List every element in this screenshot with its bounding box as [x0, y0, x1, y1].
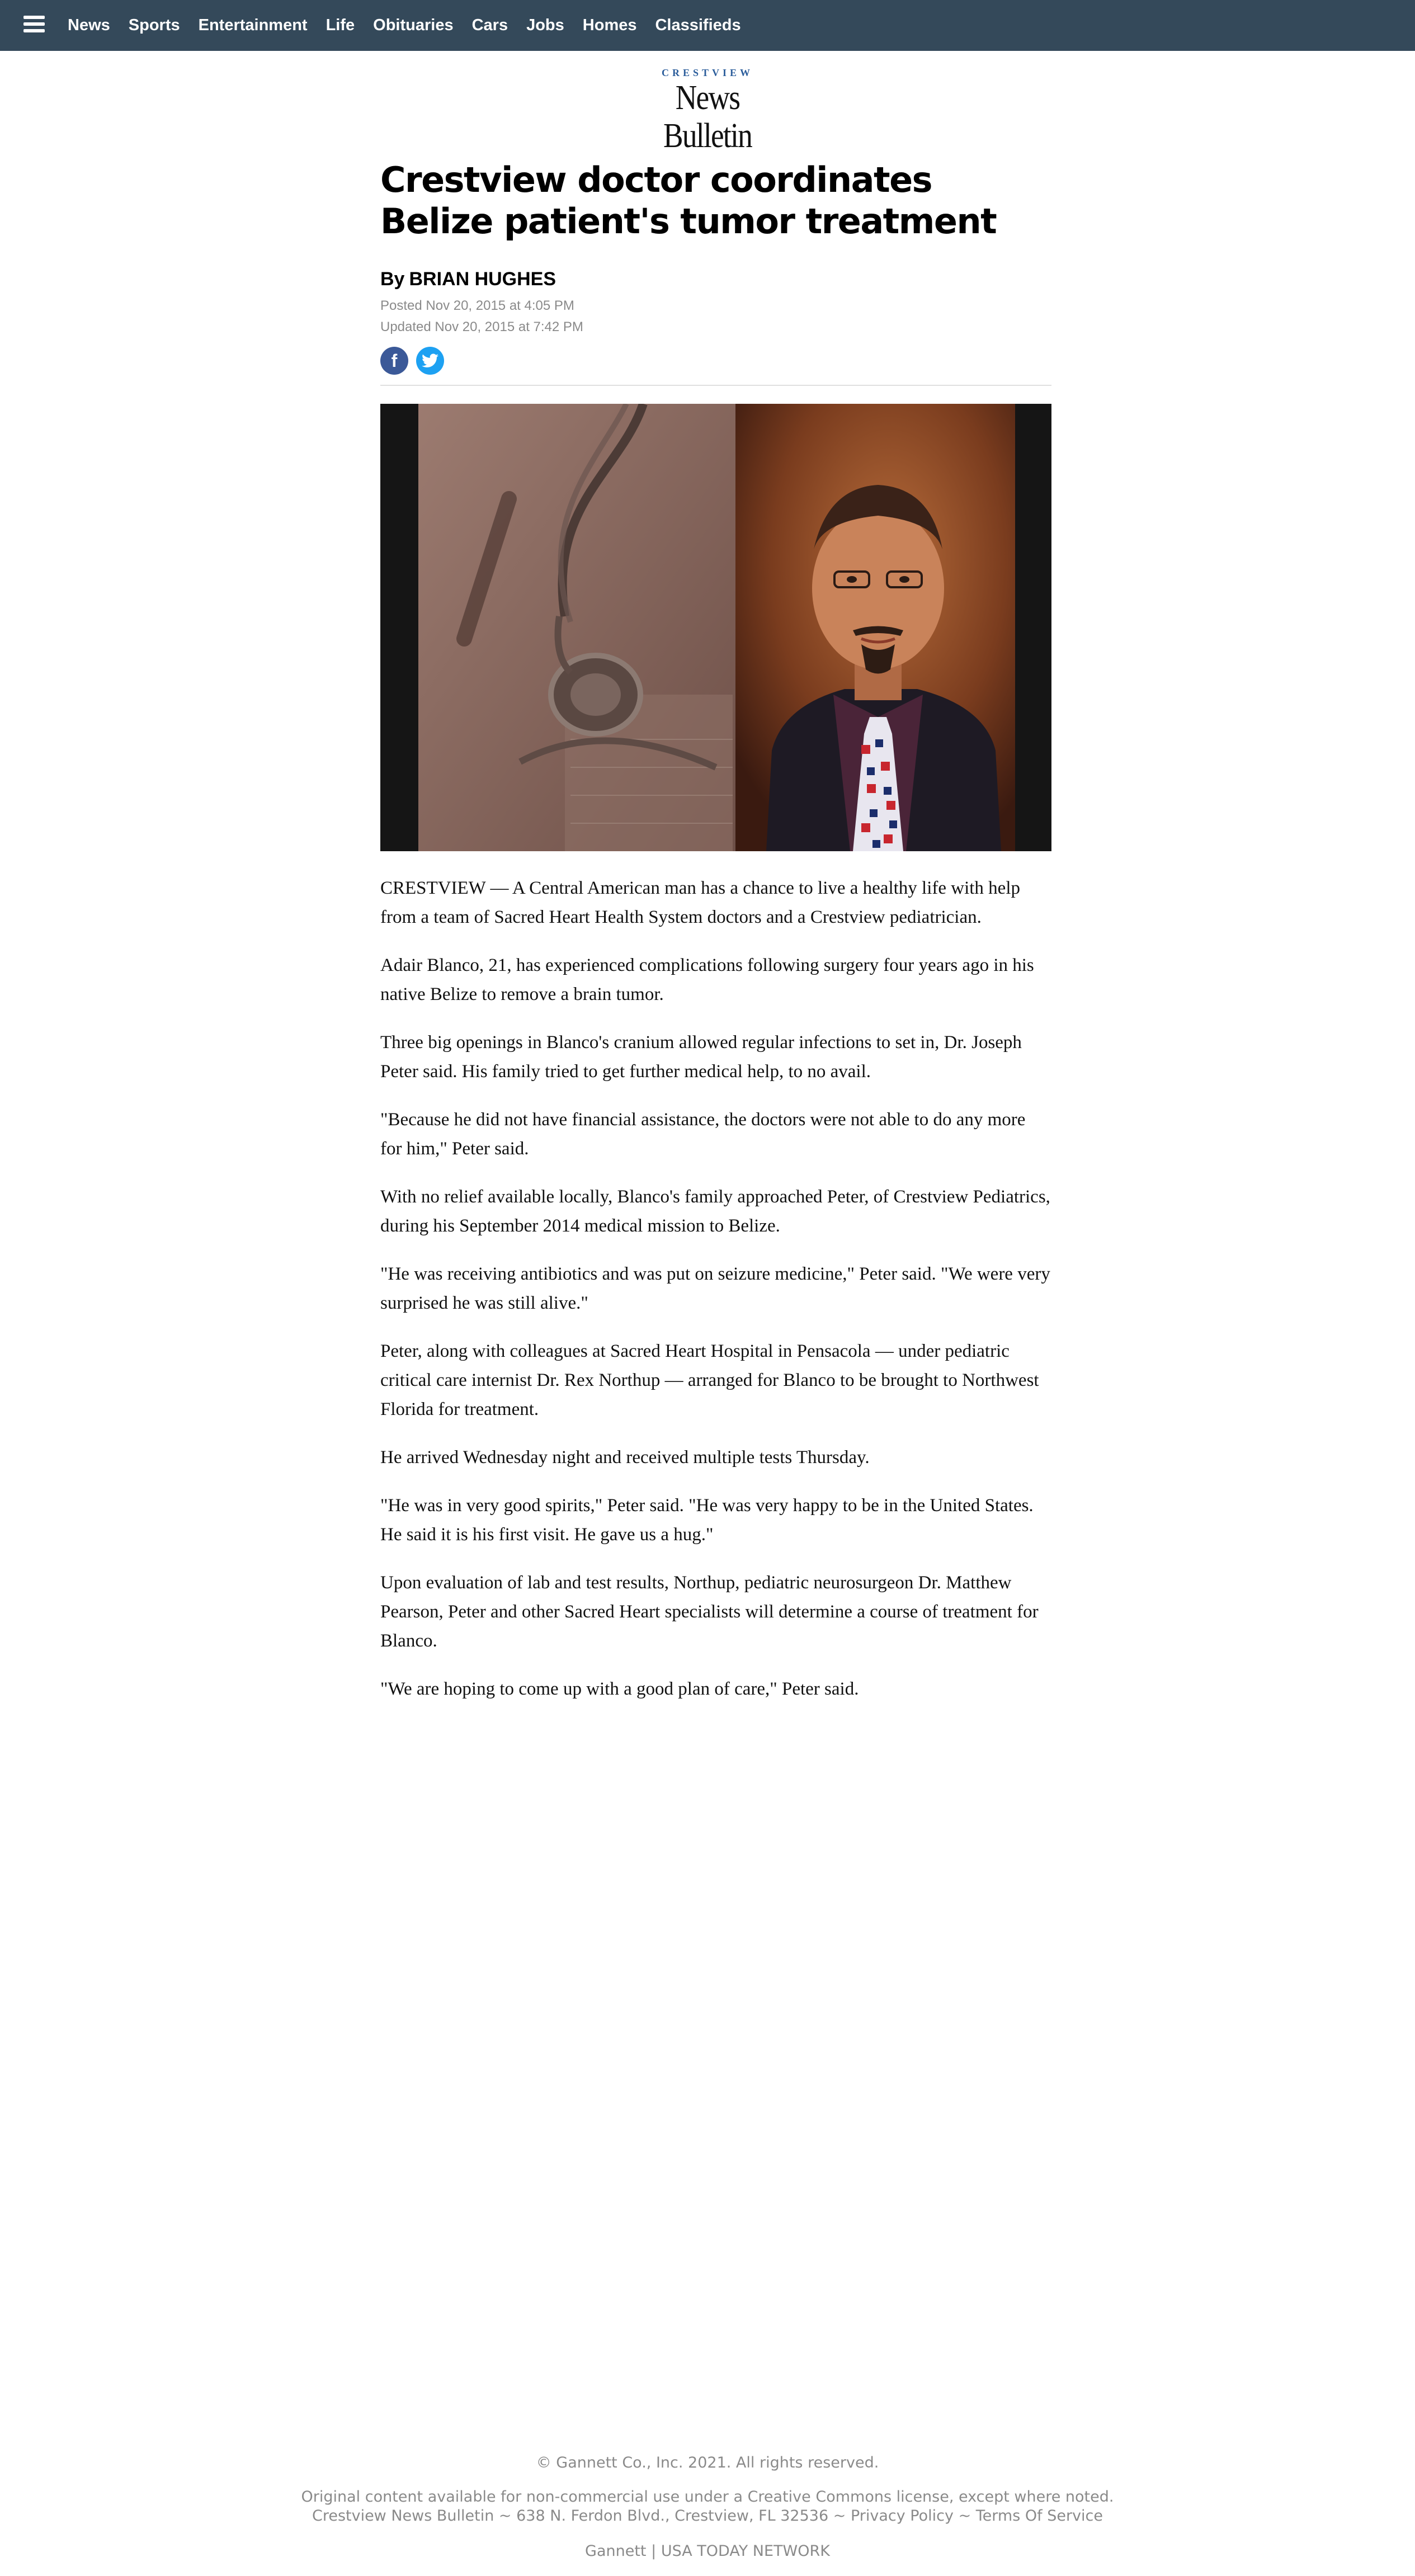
- article-paragraph: "Because he did not have financial assis…: [380, 1110, 1026, 1159]
- nav-item-entertainment[interactable]: Entertainment: [199, 16, 308, 35]
- nav-item-news[interactable]: News: [68, 16, 110, 35]
- nav-item-homes[interactable]: Homes: [583, 16, 637, 35]
- footer-address-line: Crestview News Bulletin ~ 638 N. Ferdon …: [0, 2507, 1415, 2526]
- byline: By BRIAN HUGHES: [380, 268, 1051, 290]
- article-dates: Posted Nov 20, 2015 at 4:05 PM Updated N…: [380, 295, 1051, 338]
- footer-license: Original content available for non-comme…: [0, 2488, 1415, 2526]
- article-paragraph: With no relief available locally, Blanco…: [380, 1187, 1050, 1236]
- author-name: BRIAN HUGHES: [409, 268, 556, 290]
- usa-today-network-link[interactable]: USA TODAY NETWORK: [661, 2542, 830, 2560]
- article-paragraph: Adair Blanco, 21, has experienced compli…: [380, 955, 1034, 1004]
- byline-prefix: By: [380, 268, 405, 290]
- footer-network: Gannett | USA TODAY NETWORK: [0, 2542, 1415, 2560]
- site-logo[interactable]: CRESTVIEW News Bulletin: [615, 67, 800, 155]
- posted-date: Posted Nov 20, 2015 at 4:05 PM: [380, 298, 574, 313]
- twitter-bird-icon: [422, 353, 438, 367]
- gannett-link[interactable]: Gannett: [585, 2542, 646, 2560]
- article-paragraph: "We are hoping to come up with a good pl…: [380, 1679, 859, 1699]
- footer-pipe: |: [651, 2542, 657, 2560]
- facebook-share-icon[interactable]: f: [380, 347, 408, 375]
- nav-item-sports[interactable]: Sports: [129, 16, 180, 35]
- article-body: CRESTVIEW — A Central American man has a…: [380, 874, 1051, 1723]
- article-paragraph: CRESTVIEW — A Central American man has a…: [380, 878, 1020, 927]
- article-paragraph: Peter, along with colleagues at Sacred H…: [380, 1341, 1039, 1419]
- article-photo[interactable]: [380, 404, 1051, 851]
- footer-separator: ~: [958, 2507, 971, 2525]
- article-paragraph: "He was receiving antibiotics and was pu…: [380, 1264, 1050, 1313]
- photo-illustration: [380, 404, 1051, 851]
- article-paragraph: "He was in very good spirits," Peter sai…: [380, 1495, 1034, 1545]
- nav-item-life[interactable]: Life: [326, 16, 355, 35]
- article-paragraph: Upon evaluation of lab and test results,…: [380, 1573, 1039, 1651]
- terms-of-service-link[interactable]: Terms Of Service: [976, 2507, 1103, 2525]
- footer-license-text: Original content available for non-comme…: [301, 2488, 1114, 2506]
- footer-address: Crestview News Bulletin ~ 638 N. Ferdon …: [312, 2507, 846, 2525]
- logo-main-text: News Bulletin: [663, 79, 753, 155]
- nav-item-classifieds[interactable]: Classifieds: [655, 16, 740, 35]
- nav-item-jobs[interactable]: Jobs: [526, 16, 564, 35]
- article-paragraph: Three big openings in Blanco's cranium a…: [380, 1032, 1022, 1082]
- byline-divider: [380, 385, 1051, 386]
- article-headline: Crestview doctor coordinates Belize pati…: [380, 159, 997, 242]
- hamburger-menu-icon[interactable]: [23, 15, 45, 34]
- twitter-share-icon[interactable]: [416, 347, 444, 375]
- footer-copyright: © Gannett Co., Inc. 2021. All rights res…: [536, 2454, 879, 2471]
- social-share-buttons: f: [380, 347, 1051, 375]
- facebook-glyph: f: [391, 350, 398, 371]
- privacy-policy-link[interactable]: Privacy Policy: [851, 2507, 954, 2525]
- nav-item-obituaries[interactable]: Obituaries: [373, 16, 453, 35]
- logo-top-text: CRESTVIEW: [661, 67, 754, 78]
- article-paragraph: He arrived Wednesday night and received …: [380, 1447, 870, 1468]
- nav-links: News Sports Entertainment Life Obituarie…: [68, 0, 760, 51]
- top-navigation-bar: News Sports Entertainment Life Obituarie…: [0, 0, 1415, 51]
- updated-date: Updated Nov 20, 2015 at 7:42 PM: [380, 319, 583, 334]
- nav-item-cars[interactable]: Cars: [472, 16, 508, 35]
